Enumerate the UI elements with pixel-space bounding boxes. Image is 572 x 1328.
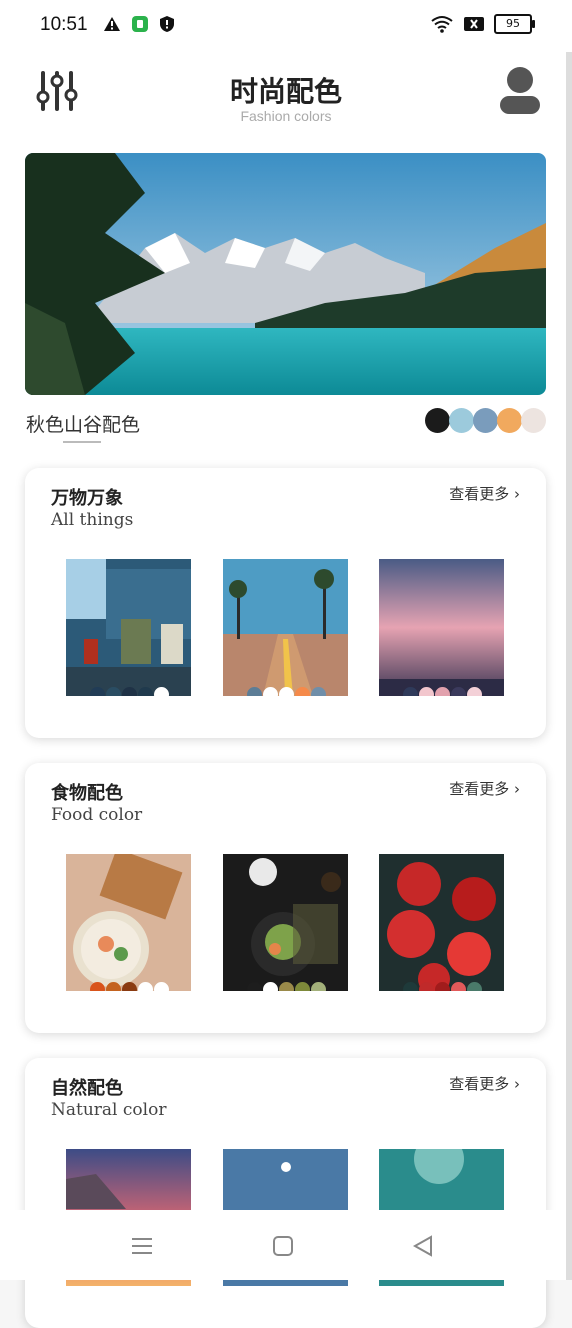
color-swatch[interactable] xyxy=(497,408,522,433)
thumb-color-dot xyxy=(467,687,482,696)
page-content: 秋色山谷配色 万物万象 All things 查看更多 › 食物配色 Food … xyxy=(0,142,566,1328)
status-icons-right: 95 xyxy=(430,14,535,34)
thumb-pink-sky[interactable] xyxy=(379,559,504,696)
section-card-all-things: 万物万象 All things 查看更多 › xyxy=(25,468,546,738)
section-subtitle: All things xyxy=(51,510,134,530)
thumb-palette xyxy=(247,687,327,696)
thumb-color-dot xyxy=(435,982,450,991)
battery-level: 95 xyxy=(506,17,520,30)
thumb-color-dot xyxy=(295,982,310,991)
thumb-color-dot xyxy=(247,982,262,991)
page-title: 时尚配色 xyxy=(229,75,342,108)
section-title: 自然配色 xyxy=(51,1078,123,1099)
page-subtitle: Fashion colors xyxy=(240,108,332,124)
wifi-icon xyxy=(431,16,453,33)
thumb-color-dot xyxy=(403,687,418,696)
home-square-icon[interactable] xyxy=(272,1235,294,1257)
thumb-color-dot xyxy=(419,982,434,991)
thumb-skewers-noodles[interactable] xyxy=(66,854,191,991)
thumb-color-dot xyxy=(263,687,278,696)
thumb-palette xyxy=(90,982,170,991)
hero-palette[interactable] xyxy=(425,408,546,433)
thumb-color-dot xyxy=(154,687,169,696)
hero-caption: 秋色山谷配色 xyxy=(26,414,141,436)
color-swatch[interactable] xyxy=(521,408,546,433)
back-triangle-icon[interactable] xyxy=(412,1235,434,1257)
thumb-street-shop[interactable] xyxy=(66,559,191,696)
view-more-link[interactable]: 查看更多 › xyxy=(449,1073,520,1094)
thumb-color-dot xyxy=(106,982,121,991)
thumb-color-dot xyxy=(138,982,153,991)
thumb-palette xyxy=(403,687,483,696)
status-icons-left xyxy=(103,15,175,33)
section-card-food-color: 食物配色 Food color 查看更多 › xyxy=(25,763,546,1033)
thumb-color-dot xyxy=(467,982,482,991)
sim-x-icon xyxy=(464,17,484,31)
thumb-color-dot xyxy=(279,982,294,991)
thumb-color-dot xyxy=(311,982,326,991)
thumb-color-dot xyxy=(295,687,310,696)
section-card-natural-color: 自然配色 Natural color 查看更多 › xyxy=(25,1058,546,1328)
thumb-color-dot xyxy=(419,687,434,696)
thumb-color-dot xyxy=(435,687,450,696)
profile-button[interactable] xyxy=(496,64,544,118)
page-scrollbar[interactable] xyxy=(566,0,572,1280)
section-subtitle: Natural color xyxy=(51,1100,167,1120)
view-more-link[interactable]: 查看更多 › xyxy=(449,483,520,504)
thumb-color-dot xyxy=(90,687,105,696)
thumb-color-dot xyxy=(154,982,169,991)
thumb-color-dot xyxy=(403,982,418,991)
section-title: 万物万象 xyxy=(51,488,123,509)
hero-caption-underline xyxy=(63,441,101,443)
section-subtitle: Food color xyxy=(51,805,143,825)
thumb-color-dot xyxy=(247,687,262,696)
thumb-color-dot xyxy=(263,982,278,991)
thumb-color-dot xyxy=(311,687,326,696)
thumb-palette xyxy=(403,982,483,991)
user-icon xyxy=(500,67,540,114)
section-title: 食物配色 xyxy=(51,783,123,804)
thumb-color-dot xyxy=(451,687,466,696)
status-time: 10:51 xyxy=(40,14,88,35)
thumb-color-dot xyxy=(138,687,153,696)
hero-landscape-illustration xyxy=(25,153,546,395)
status-bar: 10:51 95 xyxy=(0,0,572,52)
thumb-strawberry-tarts[interactable] xyxy=(379,854,504,991)
color-swatch[interactable] xyxy=(425,408,450,433)
hero-image-mountain-lake[interactable] xyxy=(25,153,546,395)
system-nav-bar xyxy=(0,1210,566,1280)
color-swatch[interactable] xyxy=(473,408,498,433)
shield-icon xyxy=(160,16,174,32)
thumb-color-dot xyxy=(90,982,105,991)
battery-icon: 95 xyxy=(494,14,535,34)
thumb-color-dot xyxy=(122,982,137,991)
thumb-dark-dish[interactable] xyxy=(223,854,348,991)
view-more-link[interactable]: 查看更多 › xyxy=(449,778,520,799)
thumb-color-dot xyxy=(122,687,137,696)
app-header: 时尚配色 Fashion colors xyxy=(0,52,566,142)
thumb-palm-street[interactable] xyxy=(223,559,348,696)
thumb-color-dot xyxy=(106,687,121,696)
thumb-palette xyxy=(247,982,327,991)
warning-icon xyxy=(104,17,120,31)
thumb-palette xyxy=(90,687,170,696)
thumb-color-dot xyxy=(279,687,294,696)
app-badge-icon xyxy=(132,16,148,32)
menu-icon[interactable] xyxy=(131,1235,153,1257)
color-swatch[interactable] xyxy=(449,408,474,433)
thumb-color-dot xyxy=(451,982,466,991)
